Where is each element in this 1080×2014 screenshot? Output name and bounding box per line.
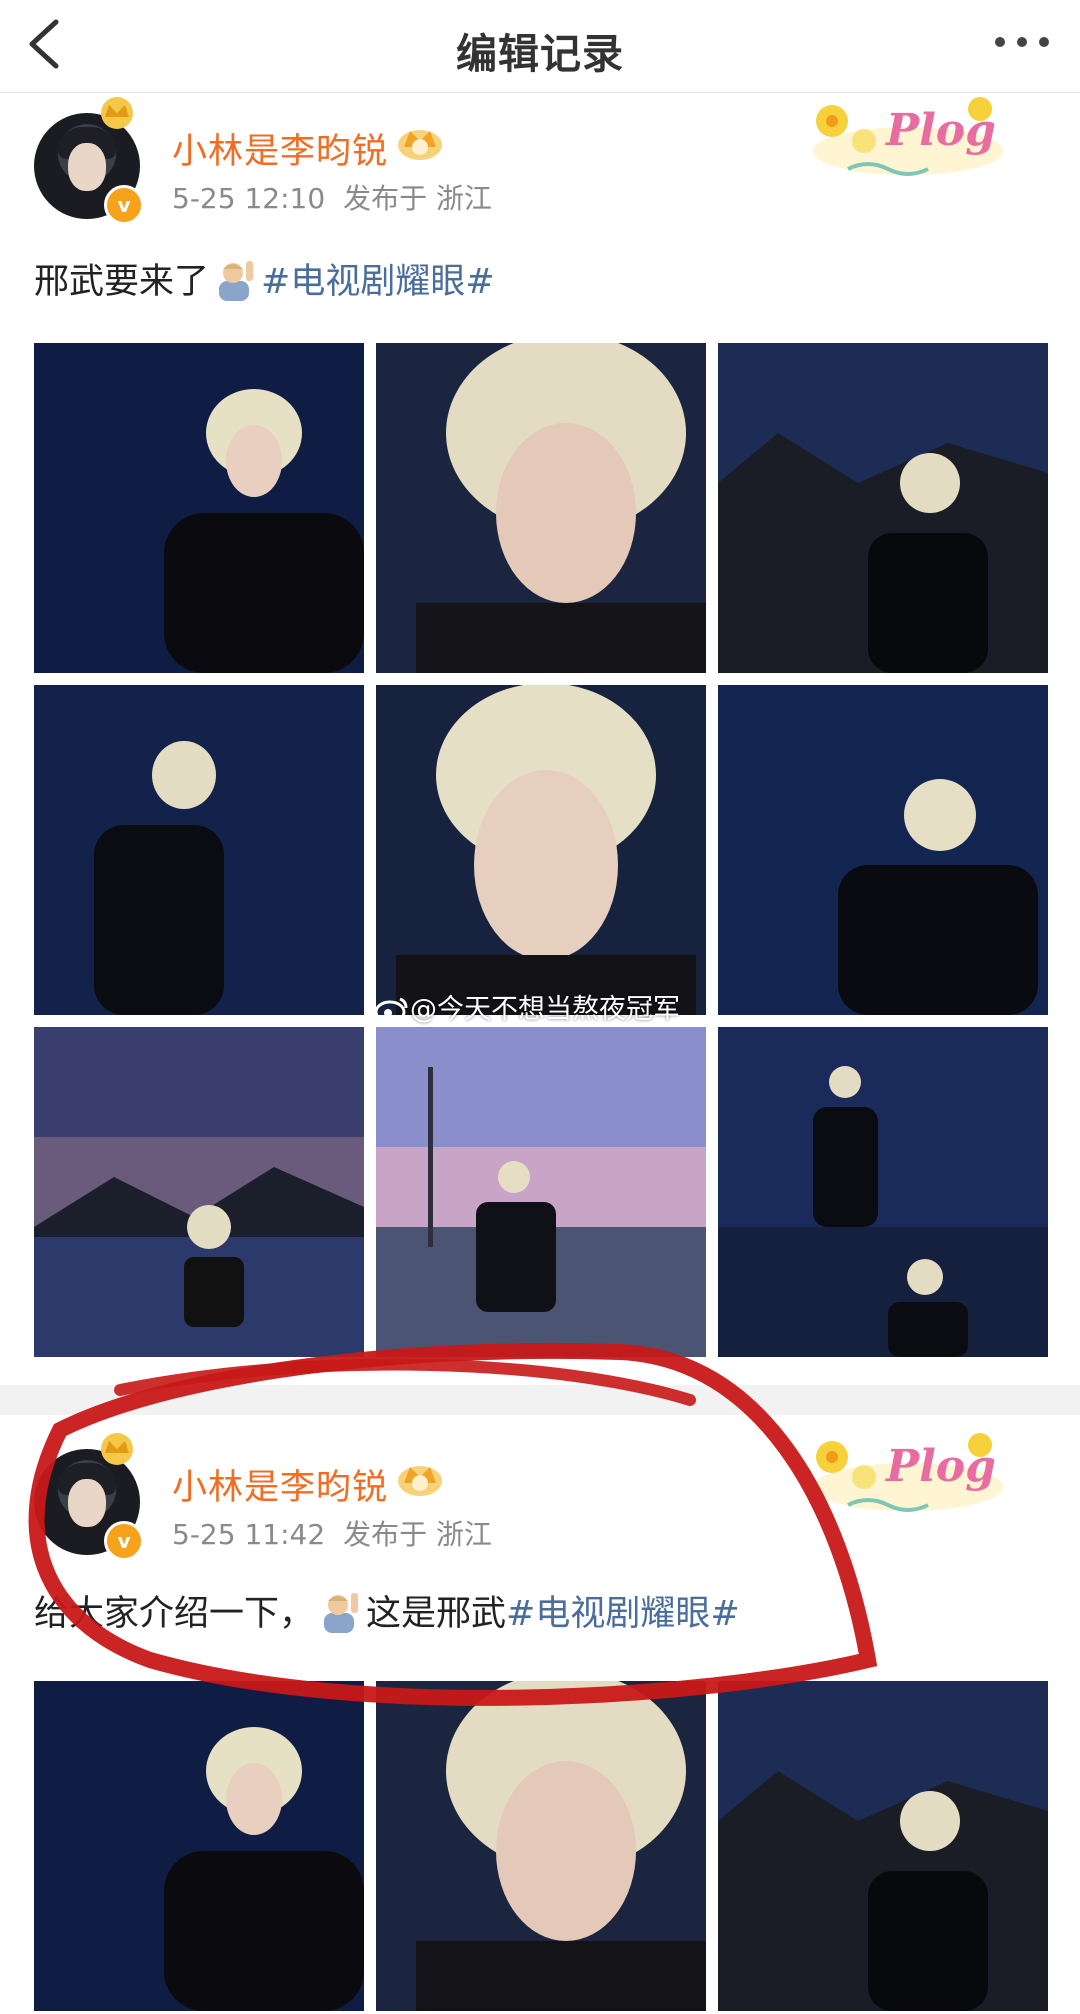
- watermark-text: @今天不想当熬夜冠军: [410, 994, 680, 1025]
- page-title: 编辑记录: [456, 30, 624, 78]
- weibo-logo-icon: [374, 997, 408, 1023]
- photo-grid: [34, 1681, 1048, 2014]
- post-meta: 5-25 11:42 发布于 浙江: [172, 1513, 510, 1553]
- hashtag-link[interactable]: #电视剧耀眼#: [261, 262, 495, 302]
- photo-thumbnail[interactable]: [376, 685, 706, 1015]
- photo-thumbnail[interactable]: [34, 1681, 364, 2011]
- plog-sticker: Plog: [808, 93, 1008, 183]
- edit-record-post: v 小林是李昀锐 5-25 11:42 发布于 浙江 Plog 给大家介绍一下， …: [0, 1415, 1080, 2014]
- post-body: 邢武要来了: [34, 262, 210, 302]
- photo-thumbnail[interactable]: [34, 343, 364, 673]
- photo-thumbnail[interactable]: [376, 1027, 706, 1357]
- username[interactable]: 小林是李昀锐: [172, 1459, 388, 1510]
- more-options-button[interactable]: [990, 22, 1054, 62]
- vip-crown-icon: [398, 130, 442, 160]
- photo-thumbnail[interactable]: [376, 1681, 706, 2011]
- post-body-start: 给大家介绍一下，: [34, 1594, 315, 1634]
- verified-badge: v: [104, 1521, 144, 1561]
- photo-thumbnail[interactable]: [718, 343, 1048, 673]
- hashtag-link[interactable]: #电视剧耀眼#: [506, 1594, 740, 1634]
- post-text: 给大家介绍一下， 这是邢武#电视剧耀眼#: [34, 1585, 740, 1636]
- crown-icon: [101, 1433, 133, 1465]
- plog-sticker: Plog: [808, 1429, 1008, 1519]
- photo-thumbnail[interactable]: [34, 1027, 364, 1357]
- edit-record-post: v 小林是李昀锐 5-25 12:10 发布于 浙江 Plog 邢武要来了 #电视…: [0, 93, 1080, 1385]
- person-raising-hand-emoji-icon: [219, 261, 254, 301]
- post-separator: [0, 1385, 1080, 1415]
- username[interactable]: 小林是李昀锐: [172, 123, 388, 174]
- post-location: 发布于 浙江: [343, 1518, 493, 1551]
- photo-thumbnail[interactable]: [376, 343, 706, 673]
- verified-badge: v: [104, 185, 144, 225]
- photo-thumbnail[interactable]: [718, 1681, 1048, 2011]
- top-navigation-bar: 编辑记录: [0, 0, 1080, 93]
- post-time: 5-25 11:42: [172, 1518, 326, 1551]
- post-time: 5-25 12:10: [172, 182, 326, 215]
- avatar[interactable]: v: [34, 1433, 144, 1561]
- watermark: @今天不想当熬夜冠军: [374, 987, 680, 1026]
- post-text: 邢武要来了 #电视剧耀眼#: [34, 253, 495, 304]
- photo-grid: [34, 343, 1048, 1357]
- more-dots-icon: [995, 37, 1049, 47]
- photo-thumbnail[interactable]: [718, 685, 1048, 1015]
- photo-thumbnail[interactable]: [34, 685, 364, 1015]
- post-meta: 5-25 12:10 发布于 浙江: [172, 177, 510, 217]
- post-body-end: 这是邢武: [366, 1594, 507, 1634]
- person-raising-hand-emoji-icon: [324, 1593, 359, 1633]
- photo-thumbnail[interactable]: [718, 1027, 1048, 1357]
- vip-crown-icon: [398, 1466, 442, 1496]
- post-location: 发布于 浙江: [343, 182, 493, 215]
- avatar[interactable]: v: [34, 97, 144, 225]
- crown-icon: [101, 97, 133, 129]
